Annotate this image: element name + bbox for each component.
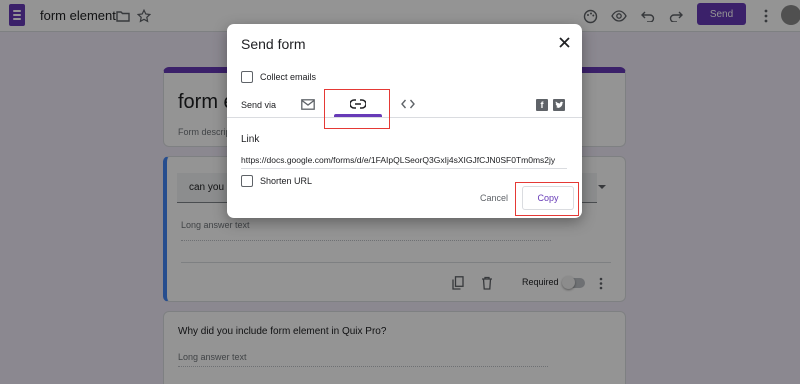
shorten-url-checkbox[interactable]: [241, 175, 253, 187]
cancel-button[interactable]: Cancel: [472, 190, 516, 206]
twitter-icon[interactable]: [553, 99, 565, 111]
dialog-title: Send form: [241, 36, 306, 52]
send-via-label: Send via: [241, 100, 277, 110]
dialog-divider: [227, 117, 582, 118]
facebook-icon[interactable]: f: [536, 99, 548, 111]
collect-emails-checkbox[interactable]: [241, 71, 253, 83]
link-url-field[interactable]: https://docs.google.com/forms/d/e/1FAIpQ…: [241, 153, 567, 169]
email-icon[interactable]: [299, 96, 317, 112]
highlight-link-tab: [324, 89, 390, 129]
embed-code-icon[interactable]: [399, 96, 417, 112]
close-icon[interactable]: [556, 34, 572, 50]
highlight-copy-button: [515, 182, 579, 216]
collect-emails-label: Collect emails: [260, 72, 317, 82]
shorten-url-label: Shorten URL: [260, 176, 313, 186]
link-label: Link: [241, 134, 260, 145]
